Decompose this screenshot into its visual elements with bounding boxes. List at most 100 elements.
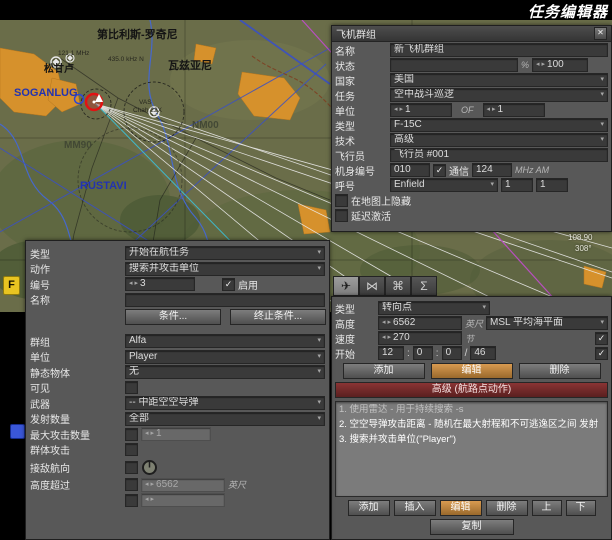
copy-button[interactable]: 复制 — [430, 519, 514, 535]
spinner-increment-icon[interactable]: ▸ — [388, 332, 392, 344]
tail-number-input[interactable]: 010 — [390, 163, 430, 177]
altitude-ref-value: MSL 平均海平面 — [490, 317, 563, 329]
launch-qty-select[interactable]: 全部 ▾ — [125, 412, 325, 426]
sigma-icon: Σ — [420, 279, 427, 293]
unit-count-stepper[interactable]: ◂ ▸ 1 — [390, 103, 452, 117]
spinner-increment-icon[interactable]: ▸ — [388, 317, 392, 329]
altitude-ref-select[interactable]: MSL 平均海平面 ▾ — [486, 316, 608, 330]
task-action-select[interactable]: 搜索并攻击单位 ▾ — [125, 262, 325, 276]
max-attack-stepper[interactable]: ◂ ▸ 1 — [141, 427, 211, 441]
hidden-on-map-checkbox[interactable] — [335, 194, 348, 207]
map-unit-icon-blue[interactable] — [10, 424, 25, 439]
speed-lock-checkbox[interactable]: ✓ — [595, 332, 608, 345]
late-activation-checkbox[interactable] — [335, 209, 348, 222]
action-insert-button[interactable]: 插入 — [394, 500, 436, 516]
advanced-actions-button[interactable]: 高级 (航路点动作) — [335, 382, 608, 398]
map-marker-f[interactable]: F — [3, 276, 20, 295]
wp-add-button[interactable]: 添加 — [343, 363, 425, 379]
list-item[interactable]: 2. 空空导弹攻击距离 - 随机在最大射程和不可逃逸区之间 发射 — [339, 419, 604, 430]
tab-summary[interactable]: Σ — [411, 276, 437, 296]
waypoint-actions-list[interactable]: 1. 使用雷达 - 用于持续搜索 -s 2. 空空导弹攻击距离 - 随机在最大射… — [335, 401, 608, 497]
spinner-decrement-icon[interactable]: ◂ — [487, 104, 491, 116]
spinner-increment-icon[interactable]: ▸ — [151, 428, 155, 440]
wp-delete-button[interactable]: 删除 — [519, 363, 601, 379]
action-add-button[interactable]: 添加 — [348, 500, 390, 516]
spinner-increment-icon[interactable]: ▸ — [542, 59, 546, 71]
clipped-checkbox[interactable] — [125, 494, 138, 507]
tab-payload[interactable]: ⋈ — [359, 276, 385, 296]
spinner-increment-icon[interactable]: ▸ — [151, 479, 155, 491]
task-number-stepper[interactable]: ◂ ▸ 3 — [125, 277, 195, 291]
stop-condition-button[interactable]: 终止条件... — [230, 309, 326, 325]
spinner-decrement-icon[interactable]: ◂ — [382, 332, 386, 344]
visible-checkbox[interactable] — [125, 381, 138, 394]
task-select[interactable]: 空中战斗巡逻 ▾ — [390, 88, 608, 102]
callsign-flight-input[interactable]: 1 — [501, 178, 533, 192]
list-item[interactable]: 1. 使用雷达 - 用于持续搜索 -s — [339, 404, 604, 415]
wp-edit-button[interactable]: 编辑 — [431, 363, 513, 379]
unit-total-stepper[interactable]: ◂ ▸ 1 — [483, 103, 545, 117]
alt-above-checkbox[interactable] — [125, 478, 138, 491]
spinner-increment-icon[interactable]: ▸ — [492, 104, 496, 116]
spinner-decrement-icon[interactable]: ◂ — [145, 428, 149, 440]
engage-heading-checkbox[interactable] — [125, 461, 138, 474]
title-bar: 任务编辑器 — [0, 0, 612, 20]
spinner-increment-icon[interactable]: ▸ — [135, 278, 139, 290]
country-select[interactable]: 美国 ▾ — [390, 73, 608, 87]
speed-stepper[interactable]: ◂ ▸ 270 — [378, 331, 462, 345]
target-unit-label: 单位 — [30, 349, 122, 364]
action-edit-button[interactable]: 编辑 — [440, 500, 482, 516]
pilot-name-input[interactable]: 飞行员 #001 — [390, 148, 608, 162]
aircraft-type-select[interactable]: F-15C ▾ — [390, 118, 608, 132]
condition-button[interactable]: 条件... — [125, 309, 221, 325]
radio-freq-input[interactable]: 124 — [472, 163, 512, 177]
target-group-select[interactable]: Alfa ▾ — [125, 334, 325, 348]
spinner-decrement-icon[interactable]: ◂ — [129, 278, 133, 290]
static-object-value: 无 — [129, 366, 139, 378]
static-object-select[interactable]: 无 ▾ — [125, 365, 325, 379]
task-type-select[interactable]: 开始在航任务 ▾ — [125, 246, 325, 260]
action-delete-button[interactable]: 删除 — [486, 500, 528, 516]
group-name-input[interactable]: 新飞机群组 — [390, 43, 608, 57]
probability-stepper[interactable]: ◂ ▸ 100 — [532, 58, 588, 72]
alt-above-stepper[interactable]: ◂ ▸ 6562 — [141, 478, 225, 492]
heading-dial[interactable] — [141, 459, 158, 476]
comms-checkbox[interactable]: ✓ — [433, 164, 446, 177]
enabled-checkbox[interactable]: ✓ — [222, 278, 235, 291]
weapon-select[interactable]: -- 中距空空导弹 ▾ — [125, 396, 325, 410]
start-day-input[interactable]: 46 — [470, 346, 496, 360]
altitude-stepper[interactable]: ◂ ▸ 6562 — [378, 316, 462, 330]
start-seconds-input[interactable]: 0 — [442, 346, 462, 360]
spinner-decrement-icon[interactable]: ◂ — [382, 317, 386, 329]
spinner-increment-icon[interactable]: ▸ — [400, 104, 404, 116]
task-name-input[interactable] — [125, 293, 325, 307]
tab-route[interactable]: ✈ — [333, 276, 359, 296]
callsign-number-input[interactable]: 1 — [536, 178, 568, 192]
group-attack-checkbox[interactable] — [125, 443, 138, 456]
callsign-select[interactable]: Enfield ▾ — [390, 178, 498, 192]
start-hours-input[interactable]: 12 — [378, 346, 404, 360]
spinner-decrement-icon[interactable]: ◂ — [394, 104, 398, 116]
condition-input[interactable] — [390, 58, 518, 72]
spinner-decrement-icon[interactable]: ◂ — [145, 479, 149, 491]
start-lock-checkbox[interactable]: ✓ — [595, 347, 608, 360]
skill-select[interactable]: 高级 ▾ — [390, 133, 608, 147]
wp-altitude-label: 高度 — [335, 316, 375, 331]
list-item[interactable]: 3. 搜索并攻击单位("Player") — [339, 434, 604, 445]
probability-value: 100 — [547, 59, 564, 71]
alt-above-label: 高度超过 — [30, 477, 122, 492]
spinner-increment-icon[interactable]: ▸ — [151, 494, 155, 506]
speed-units-label: 节 — [465, 332, 474, 345]
action-down-button[interactable]: 下 — [566, 500, 596, 516]
target-unit-select[interactable]: Player ▾ — [125, 350, 325, 364]
tail-number-label: 机身编号 — [335, 163, 387, 178]
start-minutes-input[interactable]: 0 — [413, 346, 433, 360]
spinner-decrement-icon[interactable]: ◂ — [536, 59, 540, 71]
action-up-button[interactable]: 上 — [532, 500, 562, 516]
wp-type-select[interactable]: 转向点 ▾ — [378, 301, 490, 315]
max-attack-checkbox[interactable] — [125, 428, 138, 441]
clipped-stepper[interactable]: ◂ ▸ — [141, 493, 225, 507]
close-icon[interactable]: ✕ — [594, 27, 607, 40]
tab-triggered-actions[interactable]: ⌘ — [385, 276, 411, 296]
spinner-decrement-icon[interactable]: ◂ — [145, 494, 149, 506]
